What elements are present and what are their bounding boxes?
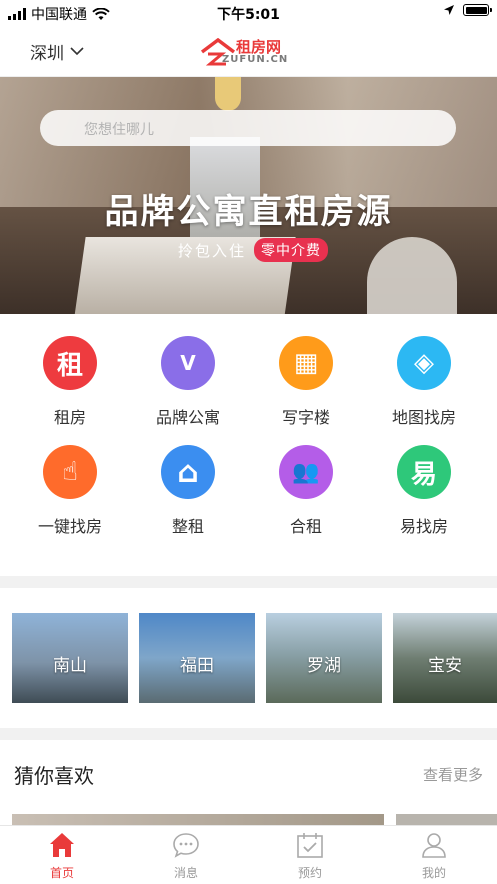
city-selector[interactable]: 深圳 (30, 39, 84, 64)
chat-icon (173, 833, 199, 858)
view-more-link[interactable]: 查看更多 (423, 764, 483, 785)
easy-icon: 易 (397, 445, 451, 499)
category-label: 写字楼 (281, 408, 330, 427)
category-label: 易找房 (399, 517, 448, 536)
category-label: 地图找房 (391, 408, 456, 427)
category-label: 整租 (171, 517, 204, 536)
district-label: 福田 (180, 656, 214, 676)
category-easy-find[interactable]: 易 易找房 (364, 445, 484, 537)
home-icon: ⌂ (161, 445, 215, 499)
category-label: 品牌公寓 (155, 408, 220, 427)
shield-v-icon: V (161, 336, 215, 390)
district-card-baoan[interactable]: 宝安 (393, 613, 497, 703)
tab-home[interactable]: 首页 (22, 832, 102, 881)
recommend-section-title: 猜你喜欢 (14, 764, 94, 788)
status-bar: 中国联通 下午5:01 (0, 0, 497, 26)
top-nav-bar: 深圳 租房网 ZUFUN.CN (0, 26, 497, 77)
people-icon: 👥 (279, 445, 333, 499)
banner-subtitle: 拎包入住 (178, 242, 247, 260)
banner-title: 品牌公寓直租房源 (104, 192, 393, 232)
category-label: 合租 (289, 517, 322, 536)
tab-label: 预约 (297, 866, 322, 880)
search-input[interactable]: 您想住哪儿 (40, 110, 456, 146)
district-card-futian[interactable]: 福田 (139, 613, 255, 703)
category-office[interactable]: ▦ 写字楼 (246, 336, 366, 428)
bottom-tab-bar: 首页 消息 预约 我的 (0, 825, 497, 884)
logo-text-en: ZUFUN.CN (222, 54, 289, 65)
home-icon (50, 833, 74, 857)
district-label: 南山 (53, 656, 87, 676)
location-arrow-icon (444, 5, 454, 15)
category-shared-rent[interactable]: 👥 合租 (246, 445, 366, 537)
compass-icon: ◈ (397, 336, 451, 390)
city-label: 深圳 (30, 44, 64, 64)
pointer-hand-icon: ☝ (43, 445, 97, 499)
user-icon (422, 833, 446, 858)
tab-profile[interactable]: 我的 (394, 832, 474, 881)
category-brand-apartment[interactable]: V 品牌公寓 (128, 336, 248, 428)
tab-label: 首页 (49, 866, 74, 880)
district-list: 南山 福田 罗湖 宝安 (12, 613, 497, 703)
promo-banner[interactable]: 您想住哪儿 品牌公寓直租房源 拎包入住 零中介费 (0, 77, 497, 314)
tab-label: 消息 (173, 866, 198, 880)
section-divider (0, 728, 497, 740)
category-one-click[interactable]: ☝ 一键找房 (10, 445, 130, 537)
tab-appointments[interactable]: 预约 (270, 832, 350, 881)
status-time: 下午5:01 (217, 7, 280, 23)
app-logo: 租房网 ZUFUN.CN (200, 36, 310, 68)
rent-icon: 租 (43, 336, 97, 390)
calendar-check-icon (297, 833, 323, 858)
banner-badge: 零中介费 (254, 238, 328, 262)
district-label: 宝安 (428, 656, 462, 676)
battery-icon (463, 4, 492, 16)
section-divider (0, 576, 497, 588)
district-card-nanshan[interactable]: 南山 (12, 613, 128, 703)
search-placeholder: 您想住哪儿 (84, 122, 154, 138)
tab-messages[interactable]: 消息 (146, 832, 226, 881)
category-label: 一键找房 (37, 517, 102, 536)
chevron-down-icon (70, 47, 84, 56)
district-card-luohu[interactable]: 罗湖 (266, 613, 382, 703)
category-map-search[interactable]: ◈ 地图找房 (364, 336, 484, 428)
building-icon: ▦ (279, 336, 333, 390)
tab-label: 我的 (421, 866, 446, 880)
category-rent[interactable]: 租 租房 (10, 336, 130, 428)
category-whole-rent[interactable]: ⌂ 整租 (128, 445, 248, 537)
district-label: 罗湖 (307, 656, 341, 676)
category-label: 租房 (53, 408, 86, 427)
